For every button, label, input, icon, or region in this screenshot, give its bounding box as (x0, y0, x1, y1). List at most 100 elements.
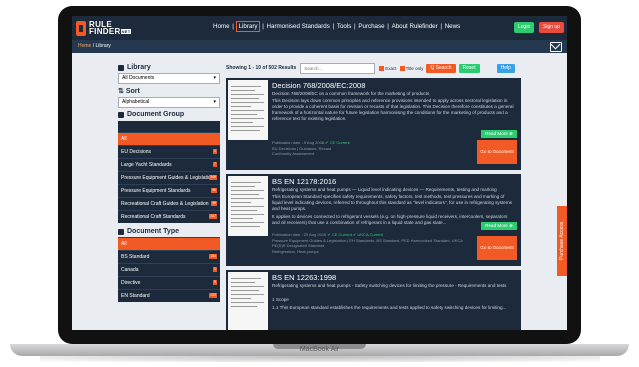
result-card: Decision 768/2008/EC:2008 Decision 768/2… (226, 78, 521, 170)
document-thumbnail[interactable] (228, 80, 268, 140)
filter-sidebar: Library All Documents ⇅ Sort Alphabetica… (118, 62, 220, 330)
doc-group-item[interactable]: Recreational Craft Guides & Legislation 4… (118, 197, 220, 210)
result-title[interactable]: BS EN 12178:2016 (272, 177, 336, 186)
result-description: 1.1 This European standard establishes t… (272, 305, 507, 310)
nav-harmonised-standards[interactable]: Harmonised Standards (266, 22, 331, 31)
result-subtitle: Refrigerating systems and heat pumps - S… (272, 283, 507, 288)
help-button[interactable]: Help (496, 63, 515, 73)
doc-type-label: Canada (121, 267, 139, 273)
result-meta: Publication date : 29 Aug 2016 ✔ CE Curr… (272, 232, 472, 254)
main-nav: Home | Library | Harmonised Standards | … (212, 21, 461, 32)
results-count: Showing 1 - 10 of 502 Results (226, 65, 297, 71)
doc-group-item[interactable]: Recreational Craft Standards 207 (118, 210, 220, 223)
nav-library[interactable]: Library (235, 21, 261, 32)
doc-group-item[interactable]: Large Yacht Standards 7 (118, 158, 220, 171)
result-description: This Decision lays down common principle… (272, 98, 514, 121)
go-to-document-button[interactable]: Go to Document (477, 236, 517, 260)
nav-about[interactable]: About Rulefinder (391, 22, 439, 31)
doc-group-label: Pressure Equipment Guides & Legislation (121, 175, 214, 181)
doc-group-label: Large Yacht Standards (121, 162, 172, 168)
result-title[interactable]: BS EN 12263:1998 (272, 273, 336, 282)
library-heading: Library (118, 64, 220, 71)
checkbox-icon (379, 65, 385, 71)
doc-type-label: Directive (121, 280, 141, 286)
result-description-2: It applies to devices connected to refri… (272, 214, 508, 225)
doc-group-item[interactable]: Pressure Equipment Standards 96 (118, 184, 220, 197)
breadcrumb: Home / Library (78, 43, 111, 49)
read-more-button[interactable]: Read More ⊕ (481, 222, 517, 230)
document-type-icon (118, 228, 124, 235)
title-only-checkbox[interactable]: Title only (399, 65, 424, 71)
doc-type-item[interactable]: Canada 1 (118, 263, 220, 276)
exact-label: Exact (385, 65, 397, 71)
sort-select[interactable]: Alphabetical (118, 97, 220, 108)
doc-group-label: EU Decisions (121, 149, 152, 155)
document-thumbnail[interactable] (228, 176, 268, 236)
logo-mark-icon (76, 20, 86, 36)
document-group-icon (118, 111, 124, 118)
search-input[interactable]: Search... (300, 62, 376, 74)
signup-button[interactable]: Sign up (539, 22, 564, 33)
screen: RULE FINDERNET Home | Library | Harmonis… (72, 16, 567, 330)
breadcrumb-home[interactable]: Home (78, 43, 91, 49)
breadcrumb-bar: Home / Library (72, 40, 567, 53)
doc-type-count: 1 (213, 267, 217, 272)
doc-group-count: 7 (213, 162, 217, 167)
doc-type-item[interactable]: EN Standard 133 (118, 289, 220, 302)
result-category: Pressure Equipment Guides & Legislation … (272, 237, 463, 249)
doc-type-count: 9 (213, 280, 217, 285)
result-meta: Publication date : 9 Aug 2008 ✔ CE Curre… (272, 140, 472, 157)
sort-heading: ⇅ Sort (118, 87, 220, 96)
login-button[interactable]: Login (514, 22, 535, 33)
rulefinder-logo[interactable]: RULE FINDERNET (76, 20, 132, 36)
title-only-label: Title only (405, 65, 424, 71)
breadcrumb-current: Library (95, 43, 111, 49)
nav-news[interactable]: News (444, 22, 461, 31)
result-subtitle: Decision 768/2008/EC on a common framewo… (272, 91, 430, 96)
doc-group-count: 96 (211, 188, 217, 193)
doc-group-item[interactable]: EU Decisions 1 (118, 145, 220, 158)
status-check-icon: ✔ (327, 232, 331, 237)
doc-type-count: 154 (209, 254, 217, 259)
go-to-document-button[interactable]: Go to Document (477, 140, 517, 164)
results-panel: Showing 1 - 10 of 502 Results Search... … (226, 62, 521, 330)
reset-button[interactable]: Reset (458, 63, 480, 73)
nav-purchase[interactable]: Purchase (357, 22, 385, 31)
sort-heading-label: Sort (125, 87, 140, 95)
doc-type-item[interactable]: BS Standard 154 (118, 250, 220, 263)
doc-group-all[interactable]: All (118, 132, 220, 145)
doc-type-label: BS Standard (121, 254, 150, 260)
doc-type-count: 133 (209, 293, 217, 298)
nav-home[interactable]: Home (212, 22, 231, 31)
doc-group-count: 207 (209, 214, 217, 219)
doc-group-item[interactable]: Pressure Equipment Guides & Legislation 3… (118, 171, 220, 184)
exact-checkbox[interactable]: Exact (379, 65, 397, 71)
mail-icon[interactable] (550, 42, 562, 52)
read-more-button[interactable]: Read More ⊕ (481, 130, 517, 138)
logo-tag: NET (120, 29, 132, 34)
status-check-icon: ✔ (353, 232, 357, 237)
result-section: 1 Scope (272, 297, 289, 302)
doc-group-count: 349 (209, 175, 217, 180)
sort-icon: ⇅ (118, 88, 126, 95)
doc-group-label: Recreational Craft Guides & Legislation (121, 201, 209, 207)
doc-type-item[interactable]: Directive 9 (118, 276, 220, 289)
result-status-ukca: UKCA Current (357, 232, 383, 237)
result-description: This European Standard specifies safety … (272, 194, 512, 211)
result-date: Publication date : 29 Aug 2016 (272, 232, 327, 237)
library-heading-label: Library (127, 64, 151, 71)
doc-type-label: EN Standard (121, 293, 150, 299)
result-title[interactable]: Decision 768/2008/EC:2008 (272, 81, 365, 90)
library-select[interactable]: All Documents (118, 73, 220, 84)
document-thumbnail[interactable] (228, 272, 268, 330)
purchase-access-tab[interactable]: Purchase Access (557, 206, 567, 276)
search-button[interactable]: Q Search (426, 63, 456, 73)
result-topic: Conformity Assessment (272, 151, 315, 156)
document-group-heading: Document Group (118, 111, 220, 118)
result-date: Publication date : 9 Aug 2008 (272, 140, 325, 145)
logo-line-2: FINDER (89, 27, 121, 36)
nav-tools[interactable]: Tools (336, 22, 352, 31)
result-subtitle: Refrigerating systems and heat pumps — L… (272, 187, 497, 192)
doc-type-all[interactable]: All (118, 237, 220, 250)
top-navbar: RULE FINDERNET Home | Library | Harmonis… (72, 16, 567, 40)
